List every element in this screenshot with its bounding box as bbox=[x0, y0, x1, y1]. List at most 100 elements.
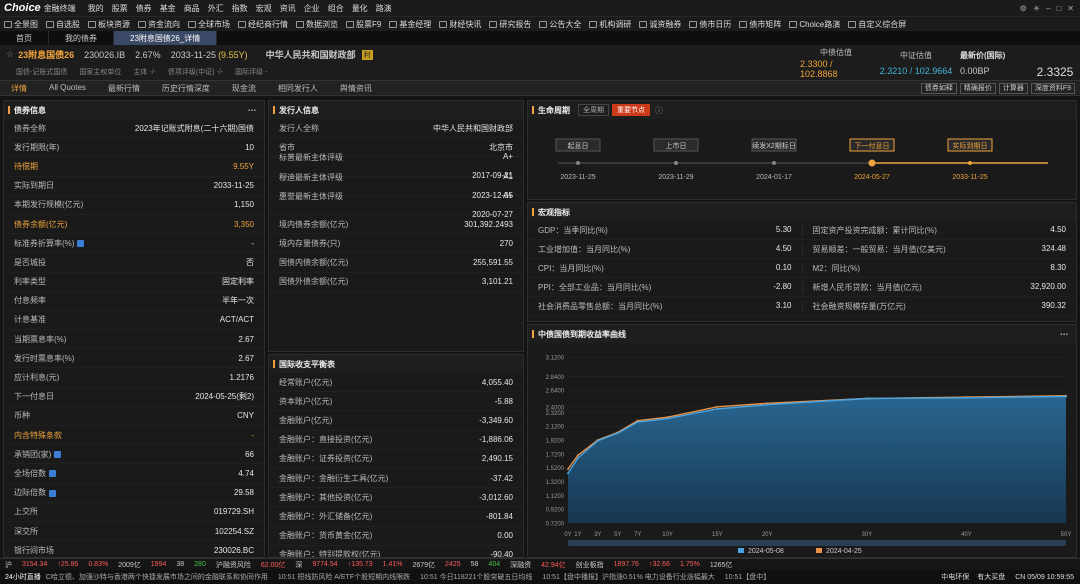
user-icon[interactable]: ⚙ bbox=[1020, 4, 1027, 13]
toolbar-item[interactable]: Choice路演 bbox=[789, 19, 840, 30]
news-item[interactable]: 10:51 短线防风险 A/ETF个股短期内线限跌 bbox=[278, 572, 410, 582]
bond-info-row: 本期发行规模(亿元) 1,150 bbox=[4, 196, 264, 215]
subtab[interactable]: 最新行情 bbox=[97, 83, 151, 94]
toolbar-item[interactable]: 经纪商行情 bbox=[238, 19, 288, 30]
toolbar-item[interactable]: 诚资融券 bbox=[639, 19, 681, 30]
toolbar-item[interactable]: 自定义综合屏 bbox=[848, 19, 906, 30]
row-value: 3,101.21 bbox=[481, 277, 513, 287]
info-icon[interactable] bbox=[77, 240, 85, 248]
action-button[interactable]: 深度资料F9 bbox=[1030, 82, 1075, 94]
row-value: 29.58 bbox=[233, 488, 254, 498]
toolbar-item[interactable]: 债市矩阵 bbox=[739, 19, 781, 30]
menu-item[interactable]: 组合 bbox=[328, 4, 344, 13]
yield-point bbox=[716, 405, 719, 408]
bond-info-row: 银行间市场 230026.BC bbox=[4, 541, 264, 557]
toolbar-item[interactable]: 自选股 bbox=[46, 19, 80, 30]
menu-item[interactable]: 股票 bbox=[112, 4, 128, 13]
news-right-0: 中电环保 bbox=[941, 574, 970, 581]
minimize-icon[interactable]: – bbox=[1046, 4, 1050, 13]
macro-row: 工业增加值：当月同比(%) 4.50 贸易顺差：一般贸易：当月值(亿美元) 324.4… bbox=[528, 240, 1076, 259]
row-value: 2.67 bbox=[238, 353, 254, 363]
toolbar-label: 债市矩阵 bbox=[749, 19, 782, 29]
favorite-star-icon[interactable]: ☆ bbox=[6, 49, 14, 60]
subtab[interactable]: 详情 bbox=[0, 83, 38, 94]
action-button[interactable]: 计算器 bbox=[998, 82, 1028, 94]
tab-key-nodes[interactable]: 重要节点 bbox=[612, 104, 650, 116]
skin-icon[interactable]: ☀ bbox=[1033, 4, 1040, 13]
info-icon[interactable]: ⓘ bbox=[655, 105, 663, 116]
toolbar-item[interactable]: 财经快讯 bbox=[439, 19, 481, 30]
more-icon[interactable]: ⋯ bbox=[1060, 330, 1068, 339]
close-icon[interactable]: ✕ bbox=[1067, 4, 1074, 13]
toolbar-icon bbox=[346, 20, 354, 28]
row-label: 债券全称 bbox=[14, 123, 46, 133]
document-tabs: 首页 我的债券 23附息国债26_详情 bbox=[0, 31, 1080, 45]
doc-tab[interactable]: 23附息国债26_详情 bbox=[114, 31, 218, 45]
row-label: 金融账户：特别提款权(亿元) bbox=[279, 550, 381, 558]
maximize-icon[interactable]: □ bbox=[1056, 4, 1061, 13]
menu-item[interactable]: 基金 bbox=[160, 4, 176, 13]
toolbar-item[interactable]: 板块资源 bbox=[88, 19, 130, 30]
bond-info-row: 债券余额(亿元) 3,350 bbox=[4, 215, 264, 235]
bond-info-panel: 债券信息 ⋯ 债券全称 2023年记账式附息(二十六期)国债 发行期限(年) 10 待偿期… bbox=[3, 100, 265, 558]
toolbar-item[interactable]: 公告大全 bbox=[539, 19, 581, 30]
menu-item[interactable]: 量化 bbox=[352, 4, 368, 13]
bond-info-row: 发行时票息率(%) 2.67 bbox=[4, 349, 264, 369]
row-value: 019729.SH bbox=[213, 507, 254, 517]
y-tick-label: 1.7200 bbox=[546, 452, 565, 458]
menu-item[interactable]: 宏观 bbox=[256, 4, 272, 13]
toolbar-item[interactable]: 数据浏览 bbox=[296, 19, 338, 30]
menu-item[interactable]: 我的 bbox=[88, 4, 104, 13]
subtab[interactable]: 现金流 bbox=[221, 83, 267, 94]
legend-label: 2024-05-08 bbox=[748, 548, 784, 555]
range-slider[interactable] bbox=[568, 540, 1066, 546]
yield-point bbox=[576, 456, 579, 459]
info-icon[interactable] bbox=[49, 470, 56, 478]
toolbar-item[interactable]: 机构调研 bbox=[589, 19, 631, 30]
action-button[interactable]: 债券如释 bbox=[920, 82, 957, 94]
menu-item[interactable]: 商品 bbox=[184, 4, 200, 13]
macro-value: 8.30 bbox=[1050, 262, 1066, 272]
doc-tab[interactable]: 首页 bbox=[0, 31, 49, 45]
macro-cell: PPI：全部工业品：当月同比(%) -2.80 bbox=[528, 281, 803, 293]
yield-point bbox=[865, 397, 868, 400]
menu-item[interactable]: 外汇 bbox=[208, 4, 224, 13]
menu-item[interactable]: 债券 bbox=[136, 4, 152, 13]
toolbar-item[interactable]: 资金流向 bbox=[138, 19, 180, 30]
subtab[interactable]: 历史行情深度 bbox=[151, 83, 221, 94]
x-tick-label: 7Y bbox=[634, 532, 641, 538]
news-item[interactable]: 10:51 今日118221个股突破五日均线 bbox=[420, 572, 532, 582]
menu-item[interactable]: 企业 bbox=[304, 4, 320, 13]
menu-item[interactable]: 资讯 bbox=[280, 4, 296, 13]
toolbar-label: 公告大全 bbox=[549, 19, 582, 29]
info-icon[interactable] bbox=[54, 451, 62, 459]
issuer-debt-row: 国债内债余额(亿元) 255,591.55 bbox=[269, 253, 523, 273]
bop-row: 资本账户(亿元) -5.88 bbox=[269, 392, 523, 412]
subtab[interactable]: 舆情资讯 bbox=[329, 83, 383, 94]
toolbar-item[interactable]: 股票F9 bbox=[346, 19, 381, 30]
news-item[interactable]: 10:51【盘中播报】沪指涨0.51% 电力设备行业涨幅最大 bbox=[542, 572, 714, 582]
menu-item[interactable]: 指数 bbox=[232, 4, 248, 13]
toolbar-item[interactable]: 全景图 bbox=[4, 19, 38, 30]
tab-full-cycle[interactable]: 全周期 bbox=[578, 104, 609, 116]
menu-item[interactable]: 路演 bbox=[376, 4, 392, 13]
news-item[interactable]: C哈立德、加强沙特与香港两个快捷发展市场之间的金融联系和协同作用 bbox=[46, 572, 268, 582]
toolbar-item[interactable]: 研究报告 bbox=[489, 19, 531, 30]
row-value: - bbox=[251, 430, 254, 440]
toolbar-item[interactable]: 债市日历 bbox=[689, 19, 731, 30]
subtab[interactable]: All Quotes bbox=[38, 83, 97, 94]
toolbar-item[interactable]: 全球市场 bbox=[188, 19, 230, 30]
row-value: 2024-05-25(剩2) bbox=[195, 392, 254, 402]
toolbar-item[interactable]: 基金经理 bbox=[389, 19, 431, 30]
action-button[interactable]: 精确报价 bbox=[959, 82, 996, 94]
toolbar-icon bbox=[689, 20, 698, 28]
bond-code: 230026.IB bbox=[84, 49, 126, 60]
subtab[interactable]: 相同发行人 bbox=[267, 83, 329, 94]
macro-cell: CPI：当月同比(%) 0.10 bbox=[528, 262, 803, 274]
x-tick-label: 10Y bbox=[662, 532, 673, 538]
timeline-dot bbox=[674, 161, 678, 165]
info-icon[interactable] bbox=[49, 489, 56, 497]
news-item[interactable]: 10:51【盘中】 bbox=[725, 572, 771, 582]
doc-tab[interactable]: 我的债券 bbox=[49, 31, 114, 45]
more-icon[interactable]: ⋯ bbox=[248, 106, 256, 115]
